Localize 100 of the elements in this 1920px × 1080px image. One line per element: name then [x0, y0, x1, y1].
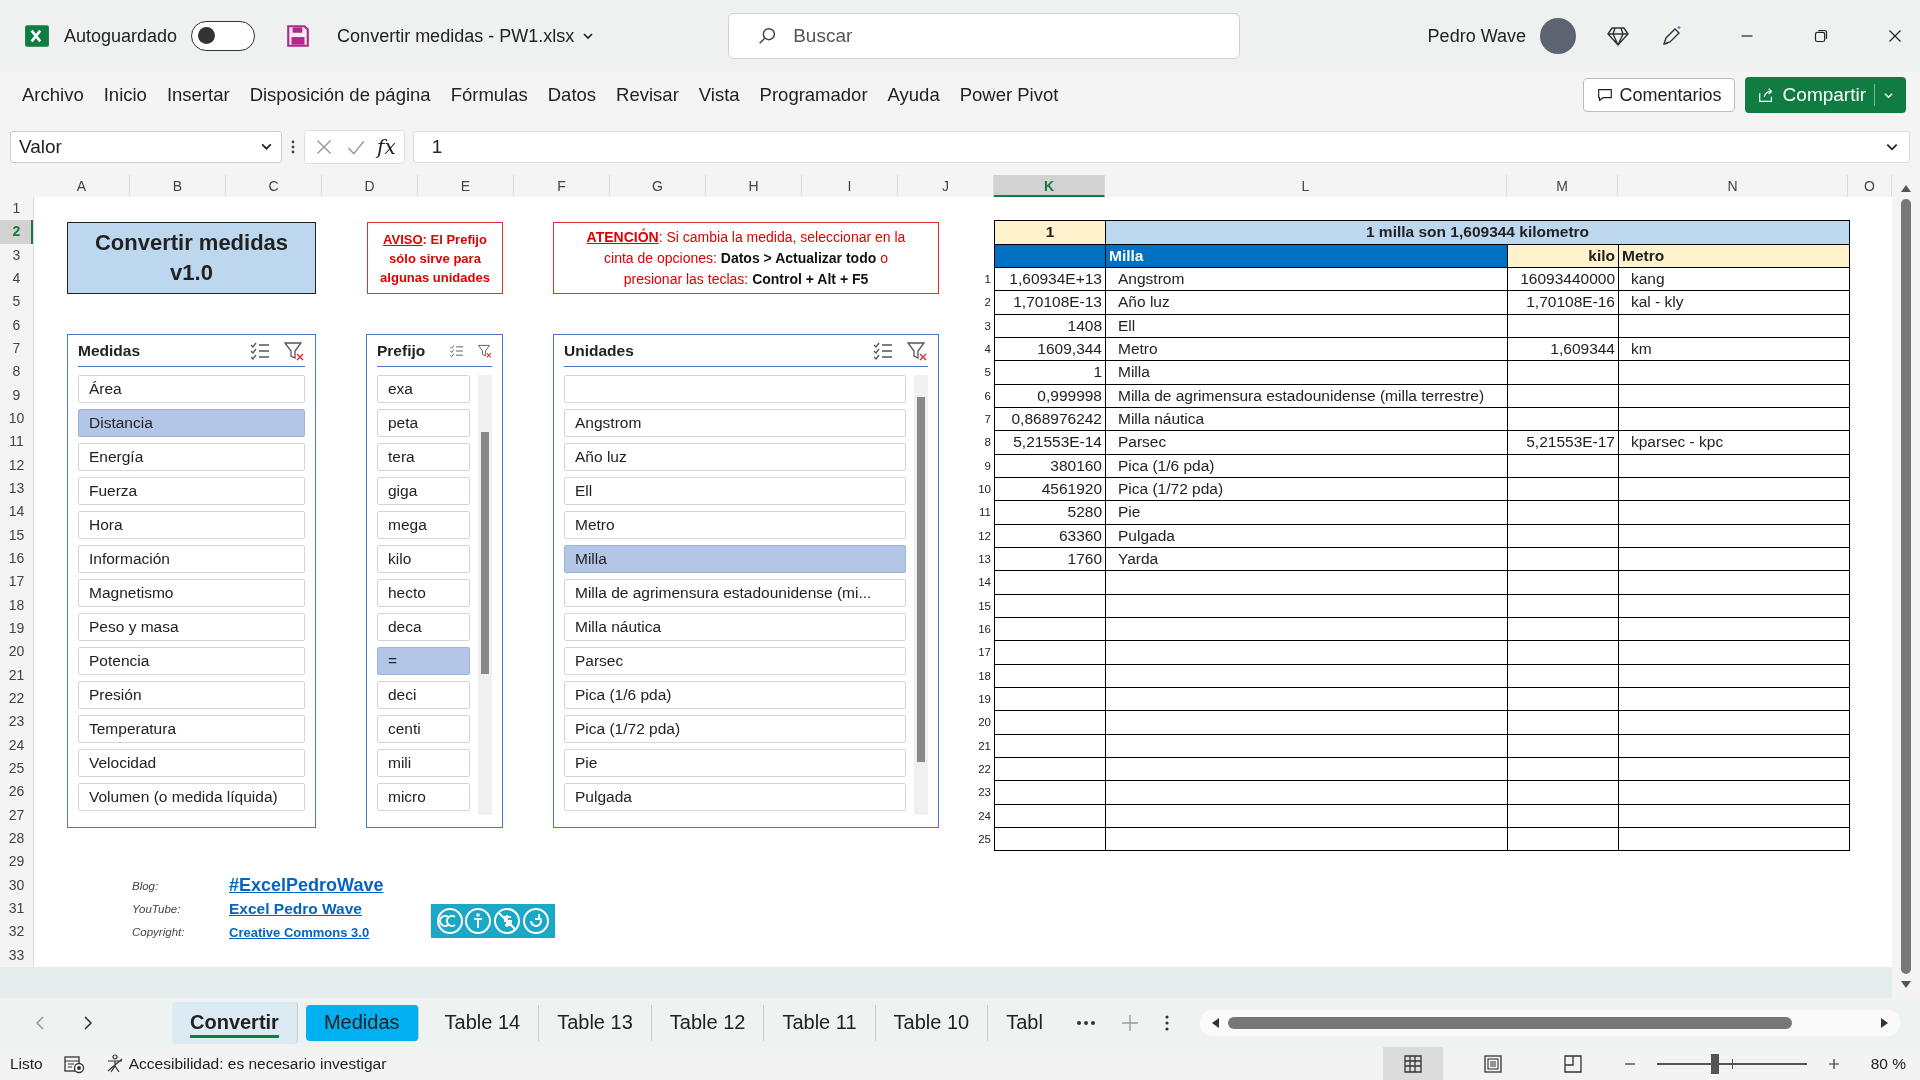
row-header[interactable]: 18: [0, 593, 33, 617]
file-title-menu[interactable]: Convertir medidas - PW1.xlsx: [337, 25, 595, 47]
row-header[interactable]: 27: [0, 803, 33, 827]
ribbon-tab[interactable]: Revisar: [606, 75, 689, 115]
share-button[interactable]: Compartir: [1744, 77, 1906, 113]
row-header[interactable]: 13: [0, 476, 33, 501]
sheet-tab[interactable]: Table 14: [426, 1004, 540, 1041]
multi-select-icon[interactable]: [872, 340, 894, 361]
ribbon-tab[interactable]: Disposición de página: [239, 75, 441, 115]
ribbon-tab[interactable]: Vista: [688, 75, 750, 115]
slicer-item[interactable]: Ell: [564, 477, 906, 505]
slicer-item[interactable]: Parsec: [564, 647, 906, 675]
accessibility-status-button[interactable]: Accesibilidad: es necesario investigar: [104, 1053, 387, 1074]
slicer-item[interactable]: peta: [377, 409, 470, 437]
row-header[interactable]: 15: [0, 523, 33, 547]
horizontal-scrollbar[interactable]: [1200, 1009, 1900, 1036]
slicer-item[interactable]: Área: [78, 375, 305, 403]
zoom-slider[interactable]: [1656, 1053, 1807, 1074]
ribbon-tab[interactable]: Fórmulas: [440, 75, 538, 115]
column-header[interactable]: K: [994, 175, 1105, 197]
zoom-slider-thumb[interactable]: [1711, 1053, 1720, 1074]
ribbon-tab[interactable]: Archivo: [12, 75, 94, 115]
search-field[interactable]: Buscar: [728, 13, 1241, 59]
slicer-item[interactable]: deca: [377, 613, 470, 641]
slicer-item[interactable]: Velocidad: [78, 749, 305, 777]
sheet-tab[interactable]: Table 11: [764, 1004, 876, 1041]
macro-record-icon[interactable]: [62, 1053, 85, 1074]
zoom-in-icon[interactable]: [1826, 1056, 1841, 1071]
slicer-item[interactable]: mili: [377, 749, 470, 777]
slicer-item[interactable]: Pica (1/6 pda): [564, 681, 906, 709]
scroll-right-icon[interactable]: [1880, 1016, 1890, 1029]
ribbon-tab[interactable]: Ayuda: [877, 75, 950, 115]
slicer-item[interactable]: Pie: [564, 749, 906, 777]
row-header[interactable]: 14: [0, 500, 33, 524]
row-header[interactable]: 30: [0, 873, 33, 897]
ribbon-tab[interactable]: Programador: [749, 75, 878, 115]
row-header[interactable]: 5: [0, 290, 33, 314]
row-header[interactable]: 20: [0, 640, 33, 664]
row-header[interactable]: 32: [0, 920, 33, 944]
ribbon-tab[interactable]: Datos: [537, 75, 607, 115]
save-icon[interactable]: [285, 23, 312, 49]
sheet-tab[interactable]: Medidas: [305, 1004, 419, 1041]
slicer-item[interactable]: tera: [377, 443, 470, 471]
row-header[interactable]: 4: [0, 267, 33, 291]
scrollbar-thumb[interactable]: [1901, 199, 1911, 974]
slicer-item[interactable]: Volumen (o medida líquida): [78, 783, 305, 811]
slicer-item[interactable]: Milla náutica: [564, 613, 906, 641]
row-header[interactable]: 3: [0, 243, 33, 267]
sheet-tab[interactable]: Table 12: [651, 1004, 765, 1041]
row-header[interactable]: 33: [0, 943, 33, 967]
slicer-item[interactable]: Fuerza: [78, 477, 305, 505]
slicer-item[interactable]: Magnetismo: [78, 579, 305, 607]
more-sheets-icon[interactable]: [1076, 1019, 1096, 1026]
scroll-left-icon[interactable]: [1210, 1016, 1220, 1029]
clear-filter-icon[interactable]: [283, 339, 305, 362]
name-box[interactable]: Valor: [10, 130, 282, 163]
ribbon-tab[interactable]: Inicio: [93, 75, 157, 115]
row-header[interactable]: 8: [0, 360, 33, 384]
row-header[interactable]: 1: [0, 197, 33, 221]
slicer-item[interactable]: exa: [377, 375, 470, 403]
scrollbar-track[interactable]: [914, 375, 928, 815]
slicer-item[interactable]: centi: [377, 715, 470, 743]
row-header[interactable]: 29: [0, 850, 33, 874]
multi-select-icon[interactable]: [249, 340, 271, 361]
slicer-item[interactable]: Milla: [564, 545, 906, 573]
row-header[interactable]: 28: [0, 826, 33, 851]
scrollbar-thumb[interactable]: [481, 432, 489, 675]
slicer-item[interactable]: Milla de agrimensura estadounidense (mi...: [564, 579, 906, 607]
avatar-icon[interactable]: [1540, 18, 1576, 54]
slicer-item[interactable]: Angstrom: [564, 409, 906, 437]
row-header[interactable]: 23: [0, 710, 33, 734]
scrollbar-thumb[interactable]: [917, 397, 925, 763]
row-header[interactable]: 31: [0, 896, 33, 921]
autosave-toggle[interactable]: [191, 21, 256, 51]
row-header[interactable]: 26: [0, 780, 33, 804]
clear-filter-icon[interactable]: [906, 339, 928, 362]
row-header[interactable]: 16: [0, 546, 33, 571]
row-header[interactable]: 11: [0, 430, 33, 454]
diamond-icon[interactable]: [1606, 24, 1630, 48]
row-header[interactable]: 24: [0, 733, 33, 757]
pen-icon[interactable]: [1660, 24, 1684, 48]
slicer-item[interactable]: Metro: [564, 511, 906, 539]
ribbon-tab[interactable]: Power Pivot: [949, 75, 1069, 115]
slicer-item[interactable]: deci: [377, 681, 470, 709]
sheet-tab[interactable]: Table 13: [539, 1004, 652, 1041]
sheet-tab[interactable]: Table 10: [875, 1004, 989, 1041]
row-header[interactable]: 10: [0, 406, 33, 431]
row-header[interactable]: 25: [0, 756, 33, 781]
row-header[interactable]: 9: [0, 383, 33, 407]
scrollbar-track[interactable]: [478, 375, 492, 815]
row-header[interactable]: 12: [0, 453, 33, 477]
next-sheet-icon[interactable]: [82, 1014, 94, 1031]
slicer-item[interactable]: Energía: [78, 443, 305, 471]
slicer-item[interactable]: kilo: [377, 545, 470, 573]
slicer-item[interactable]: Temperatura: [78, 715, 305, 743]
slicer-item[interactable]: Potencia: [78, 647, 305, 675]
slicer-item[interactable]: Información: [78, 545, 305, 573]
link[interactable]: #ExcelPedroWave: [229, 875, 384, 897]
row-header[interactable]: 7: [0, 336, 33, 361]
slicer-item[interactable]: Presión: [78, 681, 305, 709]
